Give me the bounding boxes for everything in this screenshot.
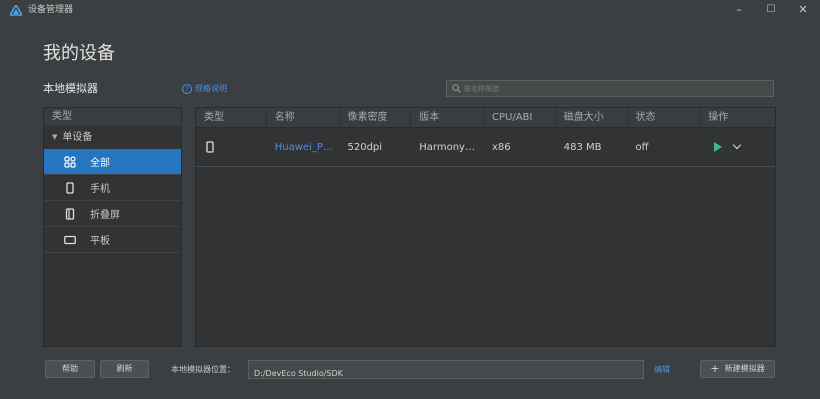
new-emulator-button[interactable]: + 新建模拟器 xyxy=(700,360,775,378)
emulator-path-field[interactable] xyxy=(248,360,644,382)
emulator-path-label: 本地模拟器位置： xyxy=(171,365,235,374)
maximize-button[interactable]: ☐ xyxy=(756,1,786,19)
category-item-tablet[interactable]: 平板 xyxy=(44,227,181,253)
category-item-all[interactable]: 全部 xyxy=(44,149,181,175)
minimize-button[interactable]: – xyxy=(724,1,754,19)
column-header-density[interactable]: 像素密度 xyxy=(340,108,412,127)
category-label: 折叠屏 xyxy=(90,210,120,221)
device-type-cell xyxy=(196,141,267,153)
device-table: 类型 名称 像素密度 版本 CPU/ABI 磁盘大小 状态 操作 Huawei_… xyxy=(195,107,776,347)
phone-icon xyxy=(66,181,74,194)
table-row[interactable]: Huawei_P… 520dpi Harmony… x86 483 MB off xyxy=(196,128,775,167)
phone-icon xyxy=(206,141,214,153)
device-version: Harmony… xyxy=(419,141,475,153)
column-header-version[interactable]: 版本 xyxy=(411,108,484,127)
category-label: 全部 xyxy=(90,158,110,169)
device-disk-size: 483 MB xyxy=(563,141,602,153)
chevron-down-icon[interactable] xyxy=(733,142,742,150)
page-title: 我的设备 xyxy=(43,43,115,64)
new-emulator-label: 新建模拟器 xyxy=(724,364,765,373)
question-icon: ? xyxy=(182,84,192,94)
column-header-name[interactable]: 名称 xyxy=(267,108,340,127)
table-header-row: 类型 名称 像素密度 版本 CPU/ABI 磁盘大小 状态 操作 xyxy=(196,108,775,128)
expand-triangle-icon: ▼ xyxy=(52,133,58,141)
category-item-phone[interactable]: 手机 xyxy=(44,175,181,201)
category-label: 平板 xyxy=(90,236,110,247)
app-logo-icon xyxy=(10,5,22,16)
group-label: 单设备 xyxy=(62,132,93,143)
device-density: 520dpi xyxy=(347,141,383,153)
category-panel: 类型 ▼ 单设备 全部 手机 折叠屏 平板 xyxy=(43,107,182,347)
window-title: 设备管理器 xyxy=(28,5,74,15)
search-icon xyxy=(452,84,461,93)
column-header-disk[interactable]: 磁盘大小 xyxy=(556,108,628,127)
close-button[interactable]: ✕ xyxy=(788,1,818,19)
section-title: 本地模拟器 xyxy=(43,82,98,95)
device-name-link[interactable]: Huawei_P… xyxy=(267,142,340,153)
device-status: off xyxy=(635,141,649,153)
column-header-status[interactable]: 状态 xyxy=(628,108,701,127)
device-actions xyxy=(700,142,775,152)
plus-icon: + xyxy=(710,362,720,375)
category-header: 类型 xyxy=(44,108,181,126)
tablet-icon xyxy=(64,235,76,244)
search-input[interactable] xyxy=(464,84,764,93)
play-icon[interactable] xyxy=(714,142,723,152)
grid-icon xyxy=(64,155,76,168)
category-label: 手机 xyxy=(90,184,110,195)
emulator-path-input[interactable] xyxy=(249,365,629,382)
column-header-cpu[interactable]: CPU/ABI xyxy=(484,108,556,127)
search-box[interactable] xyxy=(446,80,774,97)
category-item-foldable[interactable]: 折叠屏 xyxy=(44,201,181,227)
spec-help-label: 规格说明 xyxy=(195,84,227,93)
edit-path-link[interactable]: 编辑 xyxy=(654,364,670,376)
column-header-type[interactable]: 类型 xyxy=(196,108,267,127)
column-header-actions[interactable]: 操作 xyxy=(700,108,775,127)
refresh-button[interactable]: 刷新 xyxy=(100,360,149,378)
title-bar: 设备管理器 – ☐ ✕ xyxy=(0,0,820,22)
spec-help-link[interactable]: ? 规格说明 xyxy=(182,82,227,96)
foldable-icon xyxy=(65,207,75,220)
group-single-device[interactable]: ▼ 单设备 xyxy=(44,126,181,149)
device-cpu: x86 xyxy=(492,141,511,153)
help-button[interactable]: 帮助 xyxy=(45,360,95,378)
